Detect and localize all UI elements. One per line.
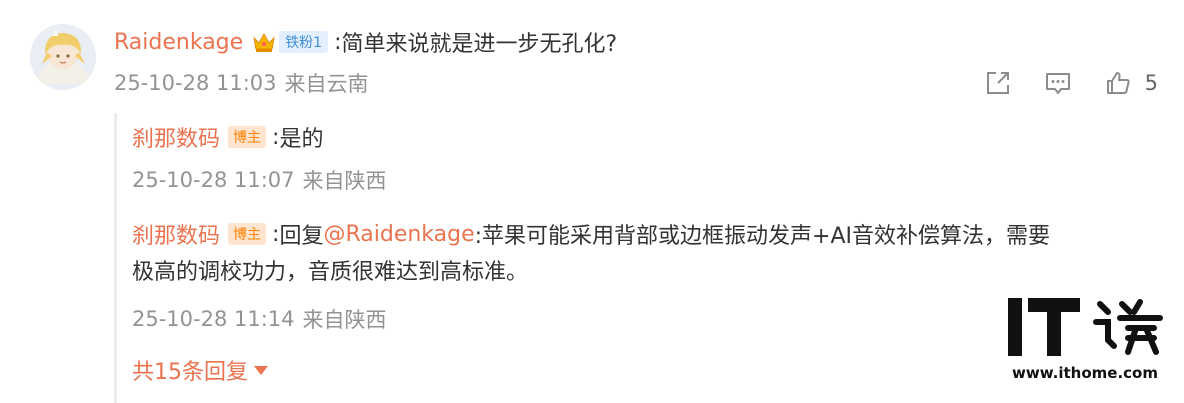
reply-separator: :: [272, 124, 280, 150]
reply-author[interactable]: 刹那数码: [132, 218, 220, 250]
comment-icon: [1045, 73, 1070, 94]
watermark: www.ithome.com: [1004, 294, 1166, 394]
like-button[interactable]: [1101, 66, 1135, 100]
ithome-logo: [1008, 298, 1163, 356]
blogger-badge: 博主: [228, 126, 267, 148]
comment-actions: 5: [981, 66, 1158, 100]
comment-location: 来自云南: [284, 72, 369, 96]
reply-meta: 25-10-28 11:14 来自陕西: [132, 304, 387, 334]
reply-location: 来自陕西: [302, 169, 387, 193]
reply-timestamp: 25-10-28 11:07: [132, 168, 295, 192]
comment-meta: 25-10-28 11:03 来自云南: [114, 68, 369, 98]
like-count: 5: [1144, 71, 1158, 95]
more-replies-label: 共15条回复: [132, 360, 248, 385]
reply-location: 来自陕西: [302, 308, 387, 332]
reply-text: 是的: [279, 127, 324, 152]
crown-icon: [251, 30, 277, 54]
reply-timestamp: 25-10-28 11:14: [132, 307, 295, 331]
mention-link[interactable]: @Raidenkage: [323, 222, 474, 247]
more-replies-link[interactable]: 共15条回复: [132, 355, 268, 385]
comment-button[interactable]: [1041, 66, 1075, 100]
comment-card: Raidenkage 铁粉1 : 简单来说就是进一步无孔化? 25-10-28 …: [0, 0, 1184, 403]
fan-badge: 铁粉1: [279, 31, 329, 53]
comment-timestamp: 25-10-28 11:03: [114, 71, 277, 95]
share-button[interactable]: [981, 66, 1015, 100]
comment-author[interactable]: Raidenkage: [114, 30, 243, 55]
comment-separator: :: [334, 29, 342, 55]
comment-header: Raidenkage 铁粉1 : 简单来说就是进一步无孔化?: [114, 26, 617, 58]
reply-separator: :: [272, 221, 280, 247]
reply-item: 刹那数码 博主 : 是的: [132, 121, 324, 153]
watermark-url: www.ithome.com: [1012, 364, 1158, 382]
share-icon: [986, 72, 1009, 94]
caret-down-icon: [254, 365, 268, 375]
avatar[interactable]: [30, 24, 96, 90]
reply-prefix: 回复: [279, 224, 324, 249]
reply-text-continued: 极高的调校功力，音质很难达到高标准。: [132, 260, 529, 285]
avatar-image: [30, 24, 96, 90]
reply-item: 刹那数码 博主 : 回复 @Raidenkage :苹果可能采用背部或边框振动发…: [132, 218, 1051, 250]
reply-meta: 25-10-28 11:07 来自陕西: [132, 165, 387, 195]
comment-text: 简单来说就是进一步无孔化?: [341, 32, 618, 57]
reply-author[interactable]: 刹那数码: [132, 121, 220, 153]
reply-text: :苹果可能采用背部或边框振动发声+AI音效补偿算法，需要: [474, 224, 1051, 249]
like-icon: [1106, 72, 1130, 94]
blogger-badge: 博主: [228, 223, 267, 245]
